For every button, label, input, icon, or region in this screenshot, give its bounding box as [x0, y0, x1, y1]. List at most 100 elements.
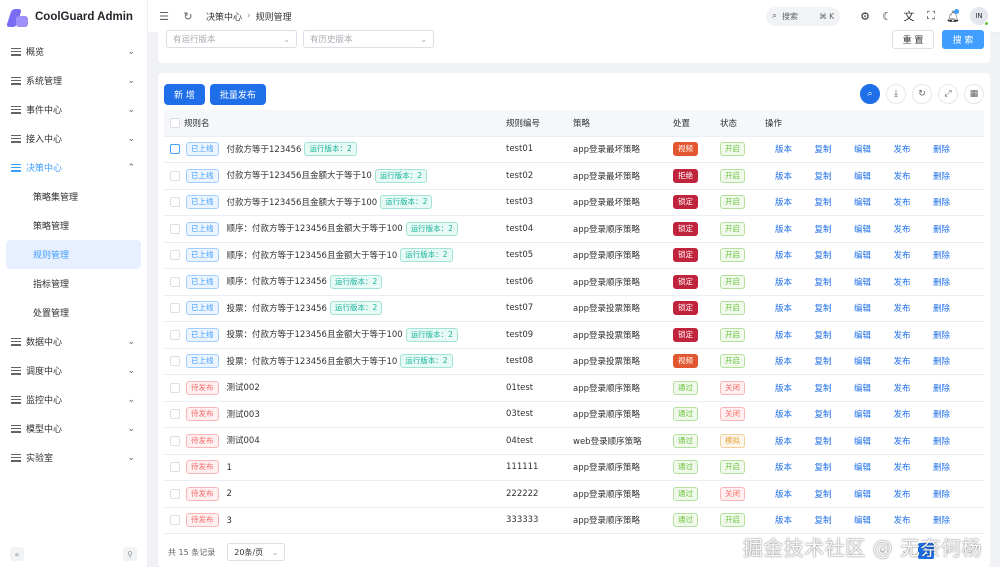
app-logo[interactable]: CoolGuard Admin: [0, 0, 147, 34]
sidebar-item[interactable]: 事件中心 ⌄: [0, 95, 147, 124]
row-checkbox[interactable]: [164, 162, 184, 190]
sidebar-subitem[interactable]: 规则管理: [6, 240, 141, 269]
row-checkbox[interactable]: [164, 136, 184, 163]
row-action-link[interactable]: 删除: [933, 170, 973, 182]
row-action-link[interactable]: 发布: [894, 329, 934, 341]
row-action-link[interactable]: 复制: [815, 435, 855, 447]
row-action-link[interactable]: 版本: [775, 461, 815, 473]
row-action-link[interactable]: 复制: [815, 514, 855, 526]
row-action-link[interactable]: 复制: [815, 382, 855, 394]
batch-publish-button[interactable]: 批量发布: [209, 83, 266, 105]
row-action-link[interactable]: 删除: [933, 355, 973, 367]
row-action-link[interactable]: 版本: [775, 143, 815, 155]
row-action-link[interactable]: 版本: [775, 329, 815, 341]
row-action-link[interactable]: 发布: [894, 249, 934, 261]
row-action-link[interactable]: 发布: [894, 355, 934, 367]
row-action-link[interactable]: 发布: [894, 514, 934, 526]
row-action-link[interactable]: 发布: [894, 408, 934, 420]
row-action-link[interactable]: 版本: [775, 408, 815, 420]
row-action-link[interactable]: 编辑: [854, 223, 894, 235]
row-action-link[interactable]: 编辑: [854, 488, 894, 500]
breadcrumb-item[interactable]: 决策中心: [206, 10, 242, 23]
row-action-link[interactable]: 删除: [933, 143, 973, 155]
sidebar-item[interactable]: 调度中心 ⌄: [0, 356, 147, 385]
row-action-link[interactable]: 编辑: [854, 249, 894, 261]
row-action-link[interactable]: 删除: [933, 302, 973, 314]
refresh-icon[interactable]: ↻: [182, 10, 194, 23]
row-action-link[interactable]: 版本: [775, 170, 815, 182]
row-action-link[interactable]: 编辑: [854, 461, 894, 473]
row-action-link[interactable]: 删除: [933, 196, 973, 208]
row-action-link[interactable]: 发布: [894, 196, 934, 208]
row-checkbox[interactable]: [164, 427, 184, 455]
row-checkbox[interactable]: [164, 242, 184, 269]
row-action-link[interactable]: 复制: [815, 461, 855, 473]
row-action-link[interactable]: 复制: [815, 355, 855, 367]
row-action-link[interactable]: 删除: [933, 408, 973, 420]
row-action-link[interactable]: 版本: [775, 249, 815, 261]
row-checkbox[interactable]: [164, 268, 184, 296]
sidebar-item[interactable]: 实验室 ⌄: [0, 443, 147, 472]
dark-mode-icon[interactable]: ☾: [876, 10, 898, 23]
row-action-link[interactable]: 删除: [933, 382, 973, 394]
sidebar-item[interactable]: 概览 ⌄: [0, 37, 147, 66]
sidebar-item[interactable]: 监控中心 ⌄: [0, 385, 147, 414]
select-all-checkbox[interactable]: [164, 110, 184, 137]
add-button[interactable]: 新 增: [164, 83, 205, 105]
page-size-select[interactable]: 20条/页 ⌄: [227, 543, 286, 561]
settings-icon[interactable]: ⚙: [854, 10, 876, 23]
row-action-link[interactable]: 发布: [894, 488, 934, 500]
row-action-link[interactable]: 删除: [933, 223, 973, 235]
row-action-link[interactable]: 编辑: [854, 408, 894, 420]
global-search[interactable]: ⌕ 搜索 ⌘ K: [766, 6, 840, 26]
language-icon[interactable]: 文: [898, 8, 920, 24]
row-action-link[interactable]: 版本: [775, 223, 815, 235]
sidebar-item[interactable]: 模型中心 ⌄: [0, 414, 147, 443]
row-action-link[interactable]: 删除: [933, 329, 973, 341]
row-action-link[interactable]: 复制: [815, 143, 855, 155]
row-action-link[interactable]: 版本: [775, 382, 815, 394]
sidebar-subitem[interactable]: 处置管理: [6, 298, 141, 327]
row-action-link[interactable]: 复制: [815, 170, 855, 182]
row-action-link[interactable]: 版本: [775, 514, 815, 526]
download-icon[interactable]: ⤓: [886, 84, 906, 104]
menu-toggle-icon[interactable]: ☰: [158, 10, 170, 23]
row-action-link[interactable]: 编辑: [854, 276, 894, 288]
row-action-link[interactable]: 发布: [894, 143, 934, 155]
row-action-link[interactable]: 复制: [815, 276, 855, 288]
row-action-link[interactable]: 删除: [933, 488, 973, 500]
running-version-select[interactable]: 有运行版本 ⌄: [166, 30, 297, 48]
row-checkbox[interactable]: [164, 480, 184, 508]
row-action-link[interactable]: 发布: [894, 461, 934, 473]
row-action-link[interactable]: 发布: [894, 382, 934, 394]
row-checkbox[interactable]: [164, 401, 184, 428]
sidebar-subitem[interactable]: 策略管理: [6, 211, 141, 240]
fullscreen-icon[interactable]: ⤢: [938, 84, 958, 104]
fullscreen-icon[interactable]: ⛶: [920, 9, 942, 23]
row-action-link[interactable]: 编辑: [854, 196, 894, 208]
row-action-link[interactable]: 复制: [815, 223, 855, 235]
row-action-link[interactable]: 发布: [894, 435, 934, 447]
sidebar-item[interactable]: 系统管理 ⌄: [0, 66, 147, 95]
sidebar-subitem[interactable]: 指标管理: [6, 269, 141, 298]
row-action-link[interactable]: 复制: [815, 249, 855, 261]
row-checkbox[interactable]: [164, 454, 184, 481]
row-checkbox[interactable]: [164, 295, 184, 322]
pin-icon[interactable]: ⚲: [123, 547, 137, 561]
user-avatar[interactable]: IN: [970, 7, 989, 26]
row-action-link[interactable]: 删除: [933, 461, 973, 473]
collapse-sidebar-icon[interactable]: «: [10, 547, 24, 561]
row-checkbox[interactable]: [164, 215, 184, 243]
row-action-link[interactable]: 发布: [894, 223, 934, 235]
row-checkbox[interactable]: [164, 374, 184, 402]
row-action-link[interactable]: 编辑: [854, 329, 894, 341]
row-checkbox[interactable]: [164, 321, 184, 349]
row-action-link[interactable]: 复制: [815, 488, 855, 500]
sidebar-item[interactable]: 决策中心 ⌃: [0, 153, 147, 182]
sidebar-item[interactable]: 数据中心 ⌄: [0, 327, 147, 356]
row-action-link[interactable]: 编辑: [854, 170, 894, 182]
row-checkbox[interactable]: [164, 189, 184, 216]
row-checkbox[interactable]: [164, 507, 184, 534]
column-settings-icon[interactable]: ▦: [964, 84, 984, 104]
row-action-link[interactable]: 版本: [775, 435, 815, 447]
